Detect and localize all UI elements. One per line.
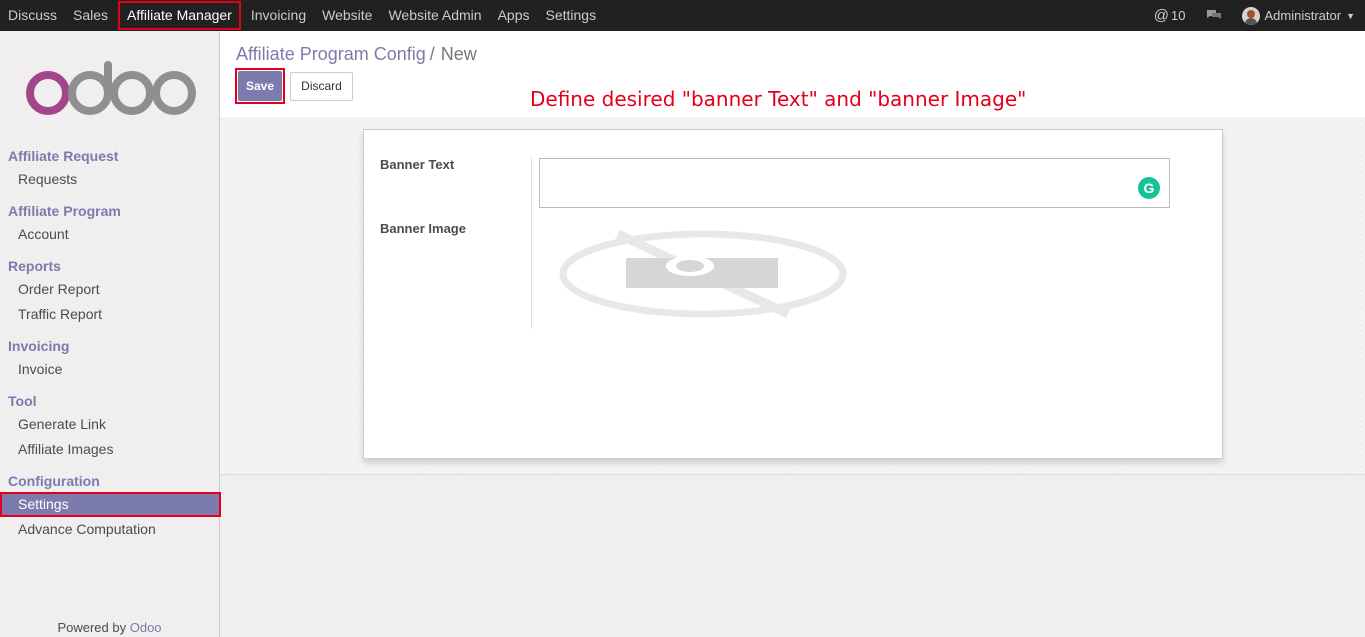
nav-affiliate-manager[interactable]: Affiliate Manager: [118, 1, 241, 30]
banner-text-label: Banner Text: [380, 157, 455, 172]
banner-text-input[interactable]: G: [539, 158, 1170, 208]
sidebar-item-generate-link[interactable]: Generate Link: [0, 412, 219, 437]
menu-section-tool: Tool: [8, 393, 37, 409]
sidebar-item-traffic-report[interactable]: Traffic Report: [0, 302, 219, 327]
menu-section-invoicing: Invoicing: [8, 338, 70, 354]
powered-by-brand-link[interactable]: Odoo: [130, 620, 162, 635]
powered-by: Powered by Odoo: [0, 620, 219, 635]
banner-image-label: Banner Image: [380, 221, 466, 236]
chat-icon[interactable]: [1196, 9, 1232, 22]
sidebar-item-invoice[interactable]: Invoice: [0, 357, 219, 382]
grammarly-icon[interactable]: G: [1138, 177, 1160, 199]
menu-section-affiliate-request: Affiliate Request: [8, 148, 119, 164]
field-divider: [531, 157, 532, 329]
top-navbar: Discuss Sales Affiliate Manager Invoicin…: [0, 0, 1365, 31]
breadcrumb: Affiliate Program Config / New: [236, 44, 477, 65]
powered-by-text: Powered by: [57, 620, 127, 635]
sidebar-item-account[interactable]: Account: [0, 222, 219, 247]
nav-website-admin[interactable]: Website Admin: [380, 0, 489, 31]
save-button[interactable]: Save: [238, 71, 282, 101]
caret-down-icon: ▼: [1346, 10, 1355, 21]
nav-apps[interactable]: Apps: [490, 0, 538, 31]
sidebar-item-requests[interactable]: Requests: [0, 167, 219, 192]
breadcrumb-current: New: [440, 44, 477, 64]
odoo-logo[interactable]: [24, 61, 196, 117]
user-name: Administrator: [1264, 8, 1342, 23]
menu-section-affiliate-program: Affiliate Program: [8, 203, 121, 219]
nav-website[interactable]: Website: [314, 0, 380, 31]
menu-section-reports: Reports: [8, 258, 61, 274]
activity-notifications[interactable]: @ 10: [1144, 7, 1196, 24]
control-panel: Affiliate Program Config / New Save Discar…: [220, 31, 1365, 118]
sidebar-item-affiliate-images[interactable]: Affiliate Images: [0, 437, 219, 462]
sidebar-item-advance-computation[interactable]: Advance Computation: [0, 517, 219, 542]
form-view: Banner Text Banner Image G: [220, 117, 1365, 475]
user-menu[interactable]: Administrator ▼: [1232, 6, 1365, 25]
menu-section-configuration: Configuration: [8, 473, 100, 489]
sidebar-item-settings[interactable]: Settings: [0, 492, 221, 517]
discard-button[interactable]: Discard: [290, 72, 353, 101]
banner-image-placeholder-icon[interactable]: [558, 228, 848, 320]
annotation-text: Define desired "banner Text" and "banner…: [530, 87, 1027, 111]
nav-settings[interactable]: Settings: [538, 0, 605, 31]
nav-discuss[interactable]: Discuss: [0, 0, 65, 31]
avatar: [1241, 6, 1260, 25]
at-icon: @: [1153, 7, 1170, 24]
sidebar-item-order-report[interactable]: Order Report: [0, 277, 219, 302]
nav-invoicing[interactable]: Invoicing: [243, 0, 314, 31]
systray: @ 10 Administrator ▼: [1144, 0, 1365, 31]
app-menu: Discuss Sales Affiliate Manager Invoicin…: [0, 0, 604, 31]
nav-sales[interactable]: Sales: [65, 0, 116, 31]
sidebar-menu: Affiliate Request Requests Affiliate Pro…: [0, 137, 221, 542]
save-button-highlight: Save: [235, 68, 285, 104]
sidebar: Affiliate Request Requests Affiliate Pro…: [0, 31, 221, 637]
breadcrumb-separator: /: [429, 44, 435, 64]
notification-count: 10: [1171, 8, 1186, 23]
breadcrumb-parent[interactable]: Affiliate Program Config: [236, 44, 426, 64]
form-sheet: Banner Text Banner Image G: [363, 129, 1223, 459]
